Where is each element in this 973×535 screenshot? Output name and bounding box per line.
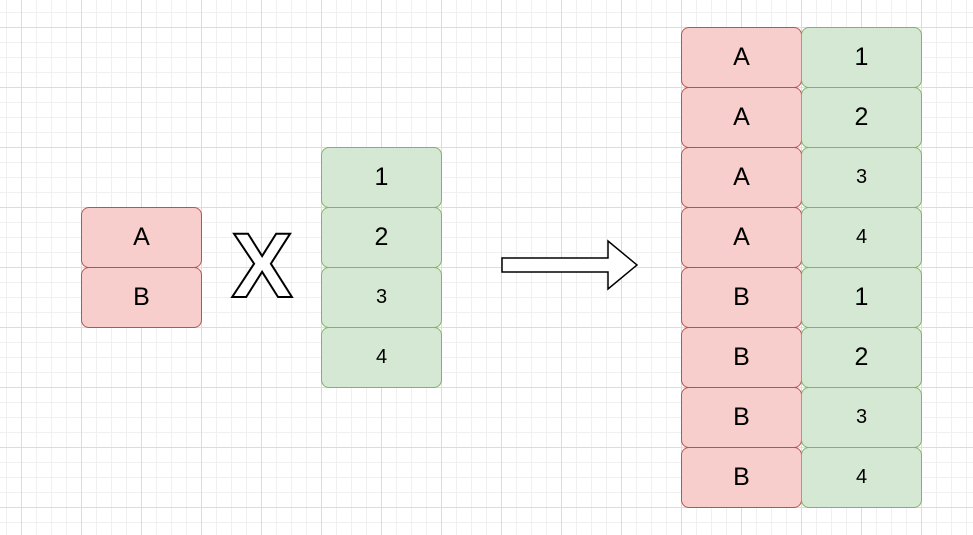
left-set-item-b: B	[81, 267, 202, 328]
result-number-8: 4	[801, 447, 922, 508]
result-number-5: 1	[801, 267, 922, 328]
result-number-2: 2	[801, 87, 922, 148]
result-letter-2: A	[681, 87, 802, 148]
result-number-7: 3	[801, 387, 922, 448]
left-set-item-a: A	[81, 207, 202, 268]
right-set-item-1: 1	[321, 147, 442, 208]
result-number-1: 1	[801, 27, 922, 88]
result-number-3: 3	[801, 147, 922, 208]
result-number-4: 4	[801, 207, 922, 268]
right-set-item-2: 2	[321, 207, 442, 268]
result-letter-3: A	[681, 147, 802, 208]
right-set-item-4: 4	[321, 327, 442, 388]
cross-product-operator: X	[231, 215, 292, 317]
result-letter-4: A	[681, 207, 802, 268]
result-letter-1: A	[681, 27, 802, 88]
result-letter-8: B	[681, 447, 802, 508]
result-number-6: 2	[801, 327, 922, 388]
result-letter-6: B	[681, 327, 802, 388]
result-letter-5: B	[681, 267, 802, 328]
result-letter-7: B	[681, 387, 802, 448]
arrow-right-icon	[501, 239, 639, 291]
right-set-item-3: 3	[321, 267, 442, 328]
